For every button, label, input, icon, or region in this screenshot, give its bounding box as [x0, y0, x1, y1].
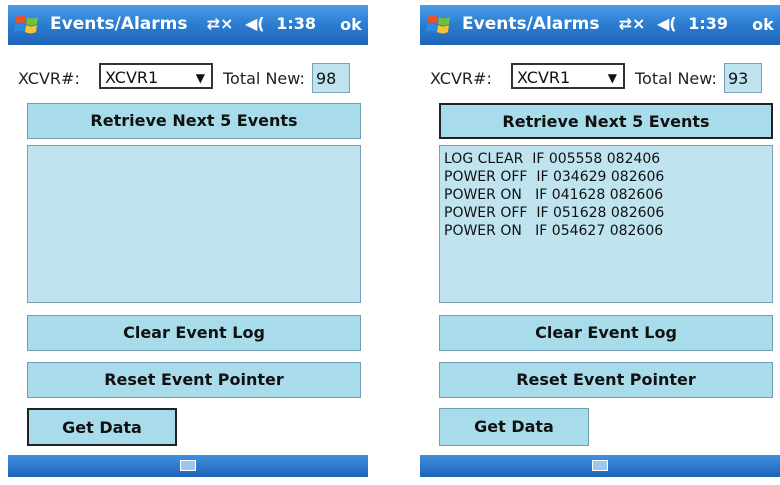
xcvr-label: XCVR#: — [18, 69, 80, 88]
get-data-button[interactable]: Get Data — [27, 408, 177, 446]
event-list[interactable]: LOG CLEAR IF 005558 082406 POWER OFF IF … — [439, 145, 773, 303]
device-screen-left: Events/Alarms ⇄× ◀( 1:38 ok XCVR#: XCVR1… — [8, 5, 368, 477]
ok-button[interactable]: ok — [334, 11, 368, 39]
retrieve-next-events-button[interactable]: Retrieve Next 5 Events — [27, 103, 361, 139]
total-new-field[interactable]: 98 — [312, 63, 350, 93]
total-new-value: 98 — [316, 69, 337, 88]
connectivity-icon[interactable]: ⇄× — [619, 14, 646, 33]
device-screen-right: Events/Alarms ⇄× ◀( 1:39 ok XCVR#: XCVR1… — [420, 5, 780, 477]
reset-event-pointer-button[interactable]: Reset Event Pointer — [439, 362, 773, 398]
status-icons: ⇄× ◀( 1:38 — [201, 14, 316, 33]
xcvr-label: XCVR#: — [430, 69, 492, 88]
reset-event-pointer-button[interactable]: Reset Event Pointer — [27, 362, 361, 398]
bottom-bar — [420, 455, 780, 477]
total-new-label: Total New: — [223, 69, 305, 88]
app-title: Events/Alarms — [462, 14, 600, 34]
clear-event-log-button[interactable]: Clear Event Log — [439, 315, 773, 351]
xcvr-select-value: XCVR1 — [105, 68, 159, 87]
volume-icon[interactable]: ◀( — [657, 14, 677, 33]
total-new-field[interactable]: 93 — [724, 63, 762, 93]
xcvr-select[interactable]: XCVR1 ▼ — [511, 63, 625, 89]
chevron-down-icon[interactable]: ▼ — [196, 71, 205, 85]
connectivity-icon[interactable]: ⇄× — [207, 14, 234, 33]
get-data-button[interactable]: Get Data — [439, 408, 589, 446]
xcvr-select[interactable]: XCVR1 ▼ — [99, 63, 213, 89]
ok-button[interactable]: ok — [746, 11, 780, 39]
clock-time[interactable]: 1:38 — [276, 14, 316, 33]
total-new-label: Total New: — [635, 69, 717, 88]
clear-event-log-button[interactable]: Clear Event Log — [27, 315, 361, 351]
title-bar: Events/Alarms ⇄× ◀( 1:38 ok — [8, 5, 368, 45]
status-icons: ⇄× ◀( 1:39 — [613, 14, 728, 33]
list-item: POWER OFF IF 034629 082606 — [444, 169, 665, 185]
app-title: Events/Alarms — [50, 14, 188, 34]
total-new-value: 93 — [728, 69, 749, 88]
list-item: POWER OFF IF 051628 082606 — [444, 205, 665, 221]
keyboard-icon[interactable] — [180, 460, 196, 471]
list-item: LOG CLEAR IF 005558 082406 — [444, 151, 661, 167]
clock-time[interactable]: 1:39 — [688, 14, 728, 33]
title-bar: Events/Alarms ⇄× ◀( 1:39 ok — [420, 5, 780, 45]
windows-start-icon[interactable] — [426, 13, 452, 37]
windows-start-icon[interactable] — [14, 13, 40, 37]
xcvr-select-value: XCVR1 — [517, 68, 571, 87]
retrieve-next-events-button[interactable]: Retrieve Next 5 Events — [439, 103, 773, 139]
keyboard-icon[interactable] — [592, 460, 608, 471]
list-item: POWER ON IF 054627 082606 — [444, 223, 664, 239]
volume-icon[interactable]: ◀( — [245, 14, 265, 33]
bottom-bar — [8, 455, 368, 477]
event-list[interactable] — [27, 145, 361, 303]
list-item: POWER ON IF 041628 082606 — [444, 187, 664, 203]
chevron-down-icon[interactable]: ▼ — [608, 71, 617, 85]
